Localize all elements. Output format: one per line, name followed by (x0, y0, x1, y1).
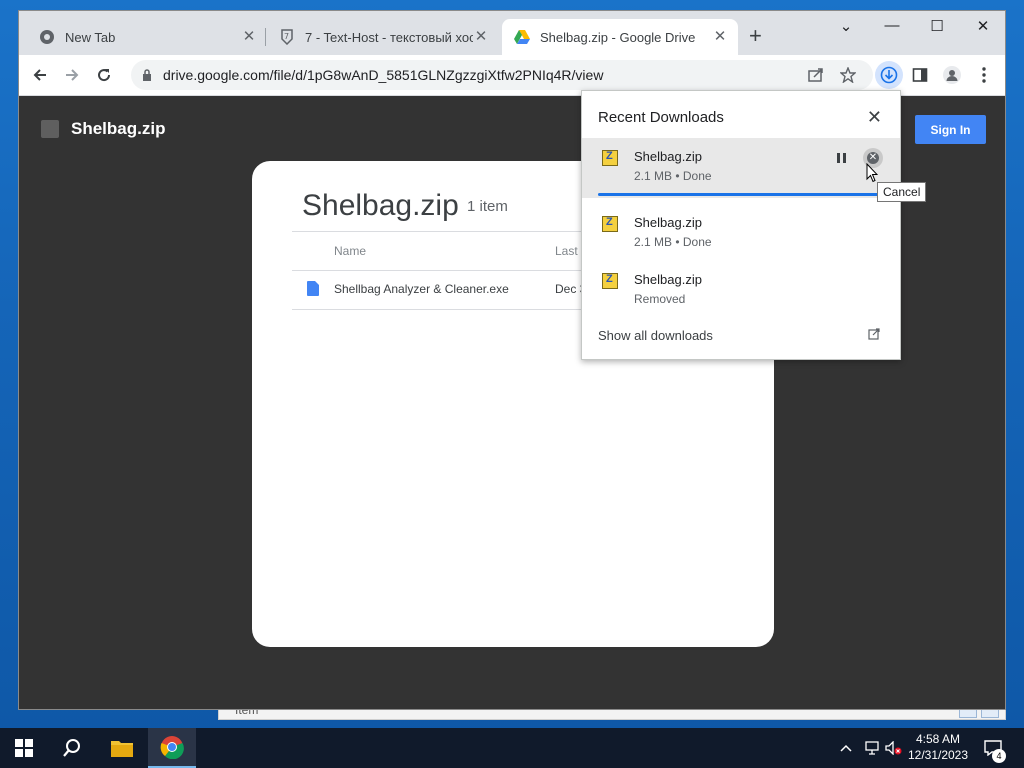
url-text: drive.google.com/file/d/1pG8wAnD_5851GLN… (163, 67, 604, 83)
tab-title: Shelbag.zip - Google Drive (540, 29, 696, 45)
chevron-up-icon[interactable] (838, 728, 854, 768)
item-count: 1 item (467, 198, 508, 215)
tab-google-drive[interactable]: Shelbag.zip - Google Drive ✕ (502, 19, 738, 55)
tab-title: 7 - Text-Host - текстовый хостинг (305, 29, 473, 45)
side-panel-icon[interactable] (909, 64, 931, 86)
open-external-icon[interactable] (868, 328, 880, 343)
start-button[interactable] (0, 728, 48, 768)
download-status: 2.1 MB • Done (634, 169, 712, 183)
address-bar[interactable]: drive.google.com/file/d/1pG8wAnD_5851GLN… (131, 60, 873, 90)
search-icon[interactable] (48, 728, 96, 768)
column-header-name[interactable]: Name (334, 244, 366, 258)
windows-taskbar: 4:58 AM 12/31/2023 4 (0, 728, 1024, 768)
forward-icon[interactable] (61, 64, 83, 86)
close-tab-icon[interactable]: ✕ (712, 29, 728, 45)
text-host-icon: 7 (279, 29, 295, 45)
clock-date: 12/31/2023 (907, 748, 969, 762)
download-item[interactable]: Shelbag.zip 2.1 MB • Done ✕ (582, 138, 900, 198)
download-progress-bar (598, 193, 880, 196)
chrome-taskbar-icon[interactable] (148, 728, 196, 768)
clock-time: 4:58 AM (915, 732, 961, 746)
zip-file-icon (602, 150, 618, 166)
svg-text:7: 7 (284, 32, 289, 41)
profile-avatar-icon[interactable] (941, 64, 963, 86)
column-header-last-modified[interactable]: Last (555, 244, 578, 258)
menu-kebab-icon[interactable] (973, 64, 995, 86)
system-clock[interactable]: 4:58 AM 12/31/2023 (902, 731, 974, 763)
chrome-icon (39, 29, 55, 45)
bookmark-star-icon[interactable] (837, 64, 859, 86)
download-name: Shelbag.zip (634, 272, 702, 287)
file-explorer-icon[interactable] (98, 728, 146, 768)
close-tab-icon[interactable]: ✕ (473, 29, 489, 45)
mouse-cursor-icon (866, 162, 879, 186)
zip-file-icon (602, 273, 618, 289)
document-icon (307, 281, 319, 296)
card-title: Shelbag.zip (302, 189, 459, 222)
download-status: 2.1 MB • Done (634, 235, 712, 249)
share-icon[interactable] (805, 64, 827, 86)
reload-icon[interactable] (93, 64, 115, 86)
downloads-title: Recent Downloads (598, 109, 724, 126)
file-name: Shellbag Analyzer & Cleaner.exe (334, 282, 509, 296)
show-all-downloads-link[interactable]: Show all downloads (598, 328, 713, 343)
download-item[interactable]: Shelbag.zip 2.1 MB • Done (582, 204, 900, 264)
pause-icon[interactable] (837, 151, 849, 165)
tab-search-icon[interactable]: ⌄ (836, 17, 856, 35)
back-icon[interactable] (29, 64, 51, 86)
close-icon[interactable]: ✕ (867, 107, 882, 128)
download-item[interactable]: Shelbag.zip Removed (582, 261, 900, 321)
close-window-button[interactable]: ✕ (973, 17, 993, 35)
tab-new-tab[interactable]: New Tab ✕ (27, 19, 267, 55)
download-name: Shelbag.zip (634, 215, 702, 230)
tab-text-host[interactable]: 7 7 - Text-Host - текстовый хостинг ✕ (267, 19, 499, 55)
close-tab-icon[interactable]: ✕ (241, 29, 257, 45)
archive-file-icon (41, 120, 59, 138)
sign-in-button[interactable]: Sign In (915, 115, 986, 144)
tab-strip: New Tab ✕ 7 7 - Text-Host - текстовый хо… (19, 11, 1005, 55)
network-icon[interactable] (862, 728, 882, 768)
download-name: Shelbag.zip (634, 149, 702, 164)
minimize-button[interactable]: — (882, 17, 902, 34)
downloads-button[interactable] (875, 61, 903, 89)
drive-file-title: Shelbag.zip (71, 119, 166, 138)
google-drive-icon (514, 29, 530, 45)
volume-muted-icon[interactable] (884, 728, 904, 768)
zip-file-icon (602, 216, 618, 232)
downloads-bubble: Recent Downloads ✕ Shelbag.zip 2.1 MB • … (581, 90, 901, 360)
lock-icon[interactable] (139, 69, 155, 81)
notification-count-badge: 4 (992, 749, 1006, 763)
download-status: Removed (634, 292, 686, 306)
new-tab-button[interactable]: + (749, 25, 762, 47)
cancel-tooltip: Cancel (877, 182, 927, 202)
tab-title: New Tab (65, 29, 116, 45)
maximize-button[interactable]: ☐ (927, 17, 947, 35)
